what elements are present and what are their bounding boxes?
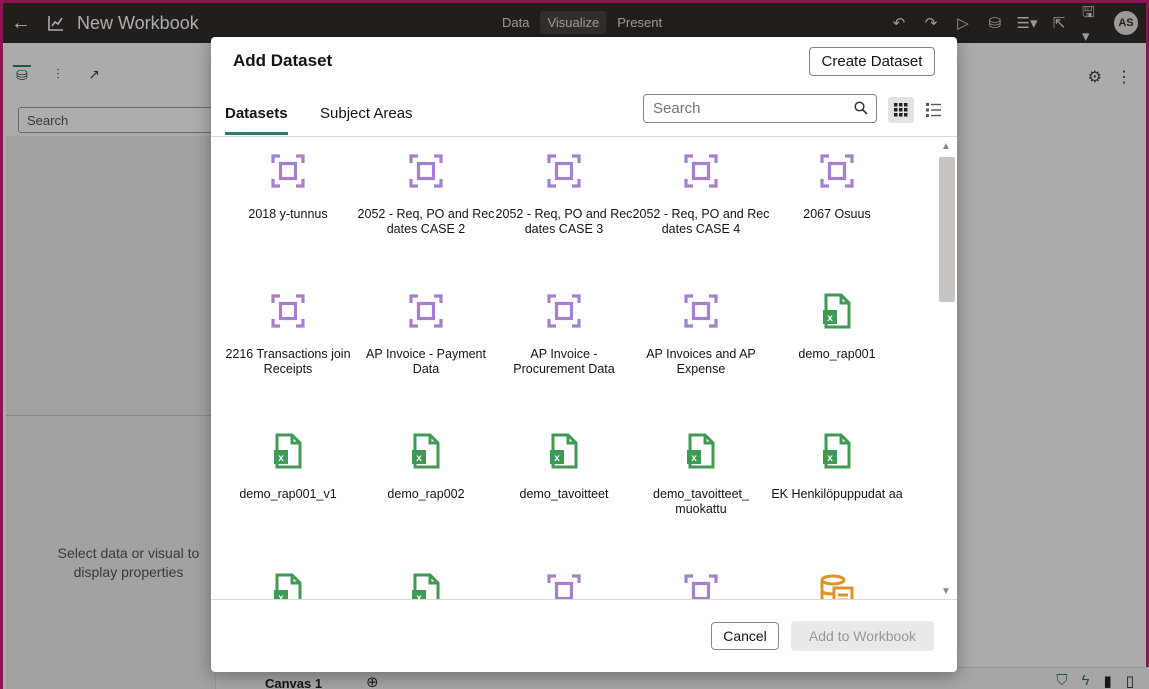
subject-area-icon bbox=[495, 291, 633, 331]
dataset-item[interactable]: 2052 - Req, PO and Rec dates CASE 2 bbox=[357, 151, 495, 237]
add-to-workbook-button[interactable]: Add to Workbook bbox=[791, 621, 934, 651]
dataset-item-label: AP Invoice - Payment Data bbox=[366, 347, 486, 376]
dataset-item[interactable]: AP Invoices and AP Expense bbox=[632, 291, 770, 377]
dataset-item[interactable]: x demo_tavoitteet_ muokattu bbox=[632, 431, 770, 517]
dataset-item[interactable]: x EK Henkilöpuppudat aa bbox=[768, 431, 906, 502]
dataset-item[interactable] bbox=[495, 571, 633, 599]
dataset-item[interactable]: x demo_tavoitteet bbox=[495, 431, 633, 502]
subject-area-icon bbox=[219, 151, 357, 191]
excel-file-icon: x bbox=[632, 431, 770, 471]
svg-text:x: x bbox=[691, 453, 697, 464]
dataset-item-label: 2067 Osuus bbox=[803, 207, 871, 221]
list-view-icon[interactable] bbox=[921, 97, 947, 123]
dataset-item-label: 2216 Transactions join Receipts bbox=[225, 347, 351, 376]
subject-area-icon bbox=[632, 291, 770, 331]
dataset-item-label: AP Invoice - Procurement Data bbox=[513, 347, 615, 376]
dataset-item-label: 2052 - Req, PO and Rec dates CASE 4 bbox=[632, 207, 770, 236]
dataset-item[interactable]: 2067 Osuus bbox=[768, 151, 906, 222]
tab-subject-areas[interactable]: Subject Areas bbox=[320, 105, 413, 132]
subject-area-icon bbox=[357, 151, 495, 191]
excel-file-icon: x bbox=[219, 571, 357, 599]
excel-file-icon: x bbox=[357, 431, 495, 471]
search-icon[interactable] bbox=[854, 101, 868, 120]
dataset-item-label: demo_rap002 bbox=[387, 487, 465, 501]
dataset-item[interactable]: AP Invoice - Procurement Data bbox=[495, 291, 633, 377]
create-dataset-button[interactable]: Create Dataset bbox=[809, 47, 935, 76]
dataset-item[interactable]: x bbox=[219, 571, 357, 599]
scroll-thumb[interactable] bbox=[939, 157, 955, 302]
svg-text:x: x bbox=[554, 453, 560, 464]
dialog-footer-divider bbox=[211, 599, 957, 600]
grid-view-icon[interactable] bbox=[888, 97, 914, 123]
dataset-item[interactable] bbox=[632, 571, 770, 599]
dataset-search-input[interactable] bbox=[644, 95, 844, 122]
dataset-item[interactable]: x bbox=[357, 571, 495, 599]
dataset-item[interactable]: AP Invoice - Payment Data bbox=[357, 291, 495, 377]
excel-file-icon: x bbox=[495, 431, 633, 471]
svg-text:x: x bbox=[278, 453, 284, 464]
svg-text:x: x bbox=[827, 453, 833, 464]
dataset-item-label: demo_tavoitteet_ muokattu bbox=[653, 487, 749, 516]
tab-datasets[interactable]: Datasets bbox=[225, 105, 288, 135]
dataset-item[interactable]: x demo_rap001_v1 bbox=[219, 431, 357, 502]
dataset-item[interactable] bbox=[768, 571, 906, 599]
dataset-item-label: 2052 - Req, PO and Rec dates CASE 3 bbox=[495, 207, 633, 236]
excel-file-icon: x bbox=[768, 431, 906, 471]
dataset-item[interactable]: 2052 - Req, PO and Rec dates CASE 3 bbox=[495, 151, 633, 237]
dataset-item-label: 2018 y-tunnus bbox=[248, 207, 328, 221]
subject-area-icon bbox=[219, 291, 357, 331]
subject-area-icon bbox=[495, 151, 633, 191]
dataset-grid: 2018 y-tunnus 2052 - Req, PO and Rec date… bbox=[211, 139, 937, 599]
excel-file-icon: x bbox=[357, 571, 495, 599]
subject-area-icon bbox=[357, 291, 495, 331]
dataset-item[interactable]: 2052 - Req, PO and Rec dates CASE 4 bbox=[632, 151, 770, 237]
dataset-item-label: demo_rap001_v1 bbox=[239, 487, 337, 501]
cancel-button[interactable]: Cancel bbox=[711, 622, 779, 650]
scroll-up-icon[interactable]: ▲ bbox=[941, 141, 951, 152]
subject-area-icon bbox=[768, 151, 906, 191]
excel-file-icon: x bbox=[768, 291, 906, 331]
scroll-down-icon[interactable]: ▼ bbox=[941, 586, 951, 597]
dataset-item-label: 2052 - Req, PO and Rec dates CASE 2 bbox=[357, 207, 495, 236]
dataset-item[interactable]: x demo_rap002 bbox=[357, 431, 495, 502]
excel-file-icon: x bbox=[219, 431, 357, 471]
dataset-item-label: demo_rap001 bbox=[798, 347, 876, 361]
dataset-item-label: AP Invoices and AP Expense bbox=[646, 347, 756, 376]
dataset-grid-scrollbar[interactable]: ▲ ▼ bbox=[937, 139, 957, 599]
svg-text:x: x bbox=[416, 453, 422, 464]
dataset-item-label: demo_tavoitteet bbox=[519, 487, 609, 501]
subject-area-icon bbox=[632, 571, 770, 599]
dataset-item[interactable]: 2216 Transactions join Receipts bbox=[219, 291, 357, 377]
dataset-item[interactable]: 2018 y-tunnus bbox=[219, 151, 357, 222]
dataset-search bbox=[643, 94, 877, 123]
database-icon bbox=[768, 571, 906, 599]
subject-area-icon bbox=[632, 151, 770, 191]
dataset-item-label: EK Henkilöpuppudat aa bbox=[771, 487, 903, 501]
svg-text:x: x bbox=[827, 313, 833, 324]
dataset-item[interactable]: x demo_rap001 bbox=[768, 291, 906, 362]
dialog-title: Add Dataset bbox=[233, 51, 333, 70]
add-dataset-dialog: Add Dataset Create Dataset Datasets Subj… bbox=[211, 37, 957, 672]
subject-area-icon bbox=[495, 571, 633, 599]
